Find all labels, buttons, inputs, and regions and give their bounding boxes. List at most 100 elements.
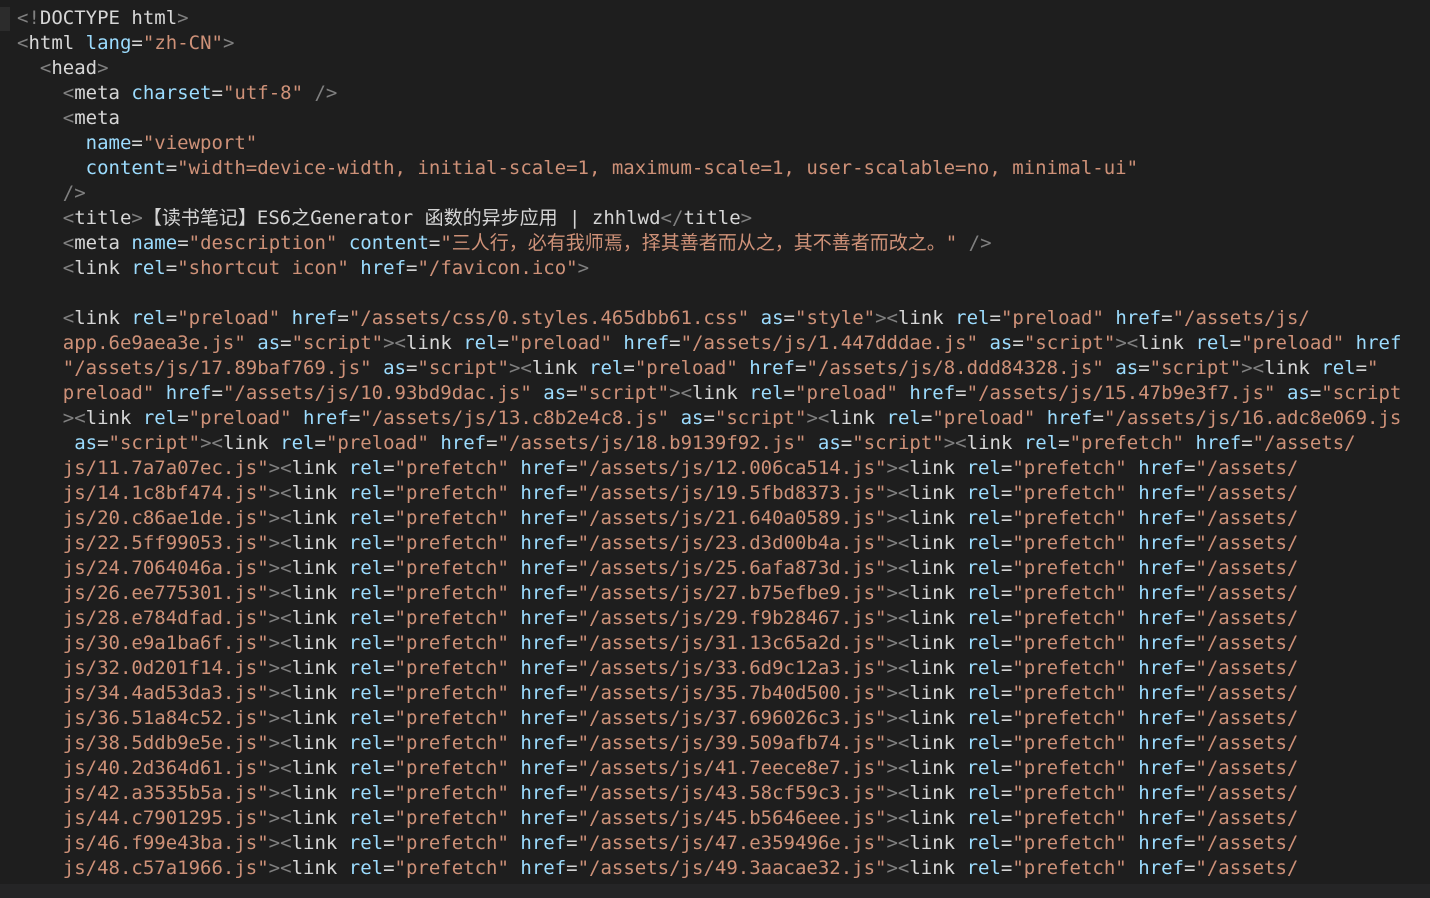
code-token: = — [1000, 507, 1013, 529]
code-token: rel — [348, 857, 384, 879]
code-line[interactable]: "/assets/js/17.89baf769.js" as="script">… — [17, 356, 1401, 381]
code-token: "/assets/ — [1195, 557, 1299, 579]
code-token: js/40.2d364d61.js" — [62, 757, 269, 779]
code-token: /> — [303, 82, 338, 104]
code-token: = — [383, 457, 395, 479]
code-token: >< — [268, 857, 292, 879]
code-token: rel — [463, 332, 498, 354]
code-line[interactable]: js/34.4ad53da3.js"><link rel="prefetch" … — [17, 681, 1401, 706]
code-token: = — [383, 857, 395, 879]
code-token: link — [897, 307, 956, 329]
code-line[interactable]: <html lang="zh-CN"> — [17, 31, 1401, 56]
code-line[interactable]: js/48.c57a1966.js"><link rel="prefetch" … — [17, 856, 1401, 881]
code-line[interactable]: /> — [17, 181, 1401, 206]
code-token: rel — [348, 457, 384, 479]
code-line[interactable]: <meta name="description" content="三人行，必有… — [17, 231, 1401, 256]
code-token: = — [428, 232, 441, 254]
code-token: "preload" — [325, 432, 429, 454]
code-token: "prefetch" — [1012, 507, 1127, 529]
code-line[interactable]: as="script"><link rel="preload" href="/a… — [17, 431, 1401, 456]
code-line[interactable]: js/14.1c8bf474.js"><link rel="prefetch" … — [17, 481, 1401, 506]
code-line[interactable]: <link rel="shortcut icon" href="/favicon… — [17, 256, 1401, 281]
code-line[interactable]: js/24.7064046a.js"><link rel="prefetch" … — [17, 556, 1401, 581]
code-token: = — [783, 382, 795, 404]
code-line[interactable]: <meta charset="utf-8" /> — [17, 81, 1401, 106]
code-token: >< — [886, 507, 910, 529]
code-token: "/assets/ — [1195, 607, 1299, 629]
code-token: = — [566, 657, 578, 679]
code-line[interactable]: js/38.5ddb9e5e.js"><link rel="prefetch" … — [17, 731, 1401, 756]
code-token: = — [1183, 807, 1196, 829]
code-area[interactable]: <!DOCTYPE html> <html lang="zh-CN"> <head… — [17, 6, 1401, 881]
code-line[interactable]: js/40.2d364d61.js"><link rel="prefetch" … — [17, 756, 1401, 781]
code-token: as — [74, 432, 98, 454]
code-token: href — [360, 257, 407, 279]
code-token: = — [1000, 632, 1013, 654]
code-line[interactable]: js/36.51a84c52.js"><link rel="prefetch" … — [17, 706, 1401, 731]
code-token: < — [62, 257, 75, 279]
code-token: >< — [886, 682, 910, 704]
code-token: link — [909, 607, 967, 629]
code-token: = — [1138, 357, 1150, 379]
code-line[interactable]: <meta — [17, 106, 1401, 131]
code-line[interactable]: content="width=device-width, initial-sca… — [17, 156, 1401, 181]
code-line[interactable]: js/30.e9a1ba6f.js"><link rel="prefetch" … — [17, 631, 1401, 656]
code-token: "prefetch" — [1012, 532, 1127, 554]
code-line[interactable]: js/11.7a7a07ec.js"><link rel="prefetch" … — [17, 456, 1401, 481]
code-token: link — [909, 757, 967, 779]
code-line[interactable]: ><link rel="preload" href="/assets/js/13… — [17, 406, 1402, 431]
code-line[interactable]: js/42.a3535b5a.js"><link rel="prefetch" … — [17, 781, 1401, 806]
code-line[interactable]: js/44.c7901295.js"><link rel="prefetch" … — [17, 806, 1401, 831]
code-token: rel — [348, 732, 384, 754]
code-token: < — [62, 307, 75, 329]
code-line[interactable]: preload" href="/assets/js/10.93bd9dac.js… — [17, 381, 1402, 406]
code-token: content — [85, 157, 166, 179]
code-token: link — [85, 407, 143, 429]
code-token: "script — [1321, 382, 1402, 404]
code-token: "/assets/ — [1195, 657, 1299, 679]
code-token: rel — [348, 707, 384, 729]
code-line[interactable]: js/20.c86ae1de.js"><link rel="prefetch" … — [17, 506, 1401, 531]
code-line[interactable] — [17, 281, 1401, 306]
code-line[interactable]: app.6e9aea3e.js" as="script"><link rel="… — [17, 331, 1402, 356]
code-line[interactable]: js/22.5ff99053.js"><link rel="prefetch" … — [17, 531, 1401, 556]
code-token: href — [1138, 632, 1184, 654]
code-token: = — [348, 407, 361, 429]
code-line[interactable]: <link rel="preload" href="/assets/css/0.… — [17, 306, 1401, 331]
code-token: " — [1367, 357, 1379, 379]
code-token: "prefetch" — [1012, 832, 1127, 854]
code-line[interactable]: <!DOCTYPE html> — [17, 6, 1401, 31]
code-line[interactable]: <head> — [17, 56, 1401, 81]
code-token: = — [566, 632, 578, 654]
code-token: = — [1309, 382, 1322, 404]
code-line[interactable]: <title>【读书笔记】ES6之Generator 函数的异步应用 | zhh… — [17, 206, 1401, 231]
code-editor[interactable]: <!DOCTYPE html> <html lang="zh-CN"> <head… — [0, 0, 1430, 898]
code-token: >< — [383, 332, 406, 354]
code-token: rel — [966, 657, 1001, 679]
code-token: link — [291, 782, 349, 804]
horizontal-scrollbar[interactable] — [0, 884, 1430, 898]
code-token: < — [62, 82, 75, 104]
code-line[interactable]: js/26.ee775301.js"><link rel="prefetch" … — [17, 581, 1401, 606]
code-token: "/assets/js/1.447dddae.js" — [680, 332, 979, 354]
code-token: href — [1138, 782, 1184, 804]
code-line[interactable]: js/28.e784dfad.js"><link rel="prefetch" … — [17, 606, 1401, 631]
code-token: "/assets/js/10.93bd9dac.js" — [222, 382, 532, 404]
code-line[interactable]: js/46.f99e43ba.js"><link rel="prefetch" … — [17, 831, 1401, 856]
code-token: link — [531, 357, 590, 379]
code-line[interactable]: name="viewport" — [17, 131, 1401, 156]
code-token: link — [291, 557, 349, 579]
code-token: link — [406, 332, 464, 354]
code-token: href — [520, 857, 567, 879]
code-token: "prefetch" — [394, 607, 509, 629]
code-token: "script" — [1149, 357, 1242, 379]
code-token: "/assets/ — [1195, 582, 1299, 604]
code-line[interactable]: js/32.0d201f14.js"><link rel="prefetch" … — [17, 656, 1401, 681]
